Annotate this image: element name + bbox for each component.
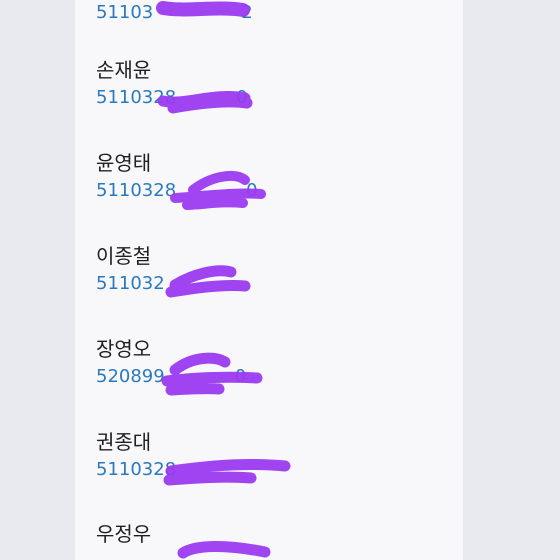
redaction-mark <box>177 541 271 559</box>
contact-name: 권종대 <box>96 430 152 454</box>
account-number-visible: 5110328 <box>96 459 177 480</box>
account-number-tail: 0 <box>246 180 258 201</box>
contact-name: 윤영태 <box>96 151 152 175</box>
list-item[interactable]: 윤영태 5110328 0 <box>96 151 258 211</box>
account-number[interactable]: 5110328 0 <box>96 87 248 109</box>
account-number-tail: 0 <box>236 87 248 108</box>
account-number-tail: 0 <box>234 366 247 387</box>
list-item[interactable]: 이종철 511032 <box>96 244 165 304</box>
account-number[interactable] <box>96 551 151 560</box>
account-number-visible: 520899 <box>96 366 165 387</box>
account-number-visible: 511032 <box>96 273 165 294</box>
account-number-visible: 5110328 <box>96 180 177 201</box>
account-number-visible: 5110328 <box>96 87 177 108</box>
account-number-tail: 2 <box>241 2 253 23</box>
redaction-mark <box>165 265 251 298</box>
list-item[interactable]: 손재윤 5110328 0 <box>96 58 248 118</box>
contact-name: 이종철 <box>96 244 152 268</box>
contact-name: 우정우 <box>96 522 152 546</box>
list-item[interactable]: 장영오 520899 0 <box>96 337 246 397</box>
contact-name: 장영오 <box>96 337 152 361</box>
account-number[interactable]: 5110328 <box>96 459 176 481</box>
account-number[interactable]: 511032 <box>96 273 165 295</box>
redaction-mark <box>163 458 291 486</box>
account-number[interactable]: 520899 0 <box>96 366 246 388</box>
contact-list-panel: 51103 2 손재윤 5110328 0 윤영태 5110328 0 이종철 511… <box>75 0 463 560</box>
contact-name: 손재윤 <box>96 58 152 82</box>
account-number[interactable]: 51103 2 <box>96 2 253 24</box>
account-number[interactable]: 5110328 0 <box>96 180 258 202</box>
list-item[interactable]: 권종대 5110328 <box>96 430 176 490</box>
list-item[interactable]: 우정우 <box>96 522 151 560</box>
list-item[interactable]: 51103 2 <box>96 0 253 33</box>
account-number-visible: 51103 <box>96 2 154 23</box>
